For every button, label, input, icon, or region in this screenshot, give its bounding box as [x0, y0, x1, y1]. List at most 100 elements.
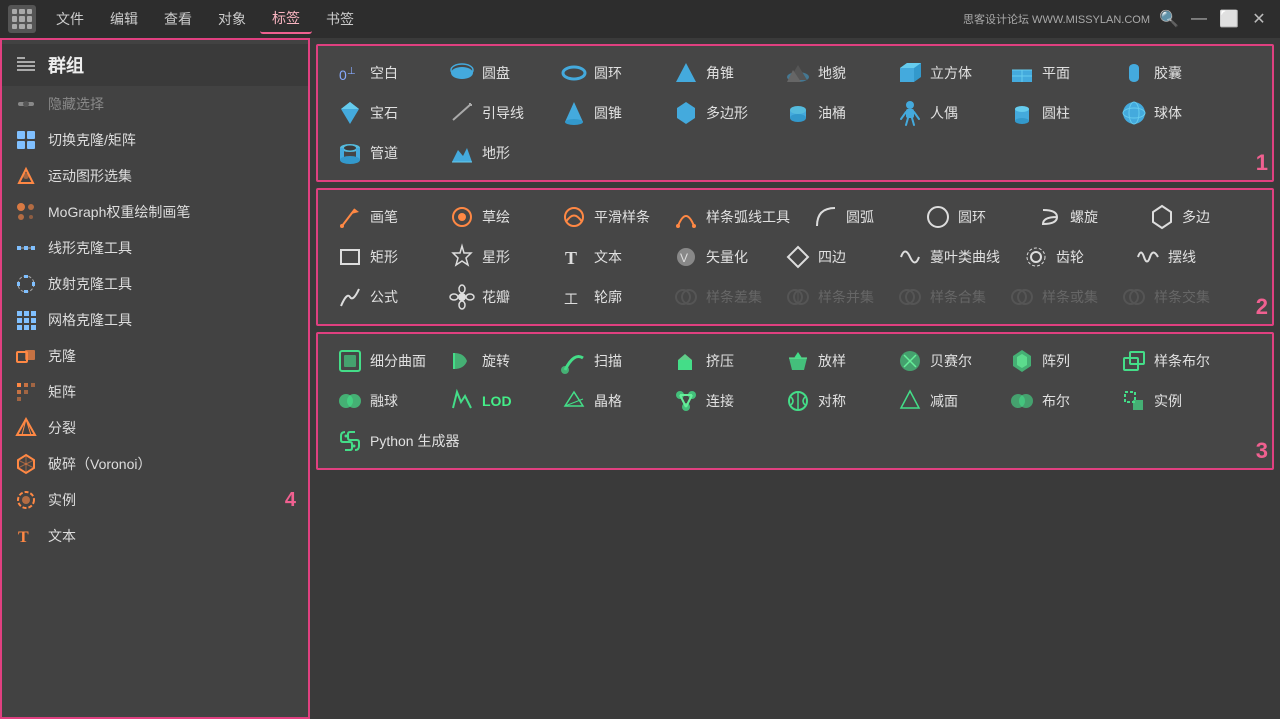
- sidebar-item-grid-clone[interactable]: 网格克隆工具: [2, 302, 308, 338]
- grid-clone-icon: [14, 308, 38, 332]
- gear-label: 齿轮: [1056, 247, 1084, 267]
- item-star[interactable]: 星形: [438, 238, 548, 276]
- close-icon[interactable]: ✕: [1248, 8, 1270, 30]
- minimize-icon[interactable]: —: [1188, 8, 1210, 30]
- menu-file[interactable]: 文件: [44, 5, 96, 33]
- item-symmetry[interactable]: 对称: [774, 382, 884, 420]
- item-extrude[interactable]: 挤压: [662, 342, 772, 380]
- item-rect[interactable]: 矩形: [326, 238, 436, 276]
- item-poly-reduce[interactable]: 减面: [886, 382, 996, 420]
- item-tube[interactable]: 管道: [326, 134, 436, 172]
- sidebar-item-linear-clone[interactable]: 线形克隆工具: [2, 230, 308, 266]
- menu-tag[interactable]: 标签: [260, 4, 312, 34]
- sidebar-item-switch-clone[interactable]: 切换克隆/矩阵: [2, 122, 308, 158]
- item-spline-inter: 样条交集: [1110, 278, 1220, 316]
- item-array[interactable]: 阵列: [998, 342, 1108, 380]
- item-lod[interactable]: LOD: [438, 382, 548, 420]
- item-gem[interactable]: 宝石: [326, 94, 436, 132]
- menu-object[interactable]: 对象: [206, 5, 258, 33]
- item-pen[interactable]: 画笔: [326, 198, 436, 236]
- item-lattice[interactable]: 晶格: [550, 382, 660, 420]
- menu-bookmark[interactable]: 书签: [314, 5, 366, 33]
- switch-clone-icon: [14, 128, 38, 152]
- polygon2-icon: [1148, 203, 1176, 231]
- item-sweep[interactable]: 扫描: [550, 342, 660, 380]
- sidebar-item-clone[interactable]: 克隆: [2, 338, 308, 374]
- item-cone2[interactable]: 圆锥: [550, 94, 660, 132]
- mograph-pen-label: MoGraph权重绘制画笔: [48, 202, 296, 222]
- sidebar-item-radial-clone[interactable]: 放射克隆工具: [2, 266, 308, 302]
- item-instance2[interactable]: 实例: [1110, 382, 1220, 420]
- item-formula[interactable]: 公式: [326, 278, 436, 316]
- item-connect[interactable]: 连接: [662, 382, 772, 420]
- item-terrain[interactable]: 地形: [438, 134, 548, 172]
- item-cycloid[interactable]: 摆线: [1124, 238, 1234, 276]
- item-figure[interactable]: 人偶: [886, 94, 996, 132]
- sidebar-item-text[interactable]: T 文本: [2, 518, 308, 554]
- curve-icon: [896, 243, 924, 271]
- brand-text: 思客设计论坛 WWW.MISSYLAN.COM: [963, 11, 1150, 27]
- item-four-side[interactable]: 四边: [774, 238, 884, 276]
- item-gear[interactable]: 齿轮: [1012, 238, 1122, 276]
- item-smooth-spline[interactable]: 平滑样条: [550, 198, 660, 236]
- item-cylinder[interactable]: 圆柱: [998, 94, 1108, 132]
- item-pyramid[interactable]: 角锥: [662, 54, 772, 92]
- cycloid-label: 摆线: [1168, 247, 1196, 267]
- arc-label: 圆弧: [846, 207, 874, 227]
- item-subdiv[interactable]: 细分曲面: [326, 342, 436, 380]
- sidebar-item-motion-select[interactable]: 运动图形选集: [2, 158, 308, 194]
- item-oiltank[interactable]: 油桶: [774, 94, 884, 132]
- item-polygon[interactable]: 多边形: [662, 94, 772, 132]
- item-arc[interactable]: 圆弧: [802, 198, 912, 236]
- item-helix[interactable]: 螺旋: [1026, 198, 1136, 236]
- sidebar-item-instance[interactable]: 实例 4: [2, 482, 308, 518]
- item-cube[interactable]: 立方体: [886, 54, 996, 92]
- item-python[interactable]: Python 生成器: [326, 422, 469, 460]
- item-capsule[interactable]: 胶囊: [1110, 54, 1220, 92]
- lattice-label: 晶格: [594, 391, 622, 411]
- sidebar-item-voronoi[interactable]: 破碎（Voronoi）: [2, 446, 308, 482]
- item-disc[interactable]: 圆盘: [438, 54, 548, 92]
- item-lathe[interactable]: 旋转: [438, 342, 548, 380]
- item-null[interactable]: 0 ⊥ 空白: [326, 54, 436, 92]
- item-polygon2[interactable]: 多边: [1138, 198, 1248, 236]
- item-sketch[interactable]: 草绘: [438, 198, 548, 236]
- pyramid-icon: [672, 59, 700, 87]
- item-contour[interactable]: 工 轮廓: [550, 278, 660, 316]
- item-spline-bool2[interactable]: 样条布尔: [1110, 342, 1220, 380]
- item-torus[interactable]: 圆环: [550, 54, 660, 92]
- sidebar-item-matrix[interactable]: 矩阵: [2, 374, 308, 410]
- item-guide[interactable]: 引导线: [438, 94, 548, 132]
- pen-icon: [336, 203, 364, 231]
- item-metaball[interactable]: 融球: [326, 382, 436, 420]
- item-sphere[interactable]: 球体: [1110, 94, 1220, 132]
- item-plane[interactable]: 平面: [998, 54, 1108, 92]
- item-circle[interactable]: 圆环: [914, 198, 1024, 236]
- formula-icon: [336, 283, 364, 311]
- item-loft[interactable]: 放样: [774, 342, 884, 380]
- item-vectorize[interactable]: V 矢量化: [662, 238, 772, 276]
- subdiv-label: 细分曲面: [370, 351, 426, 371]
- svg-text:0: 0: [339, 67, 347, 83]
- instance-label: 实例: [48, 490, 275, 510]
- instance-badge: 4: [285, 489, 296, 512]
- item-text2[interactable]: T 文本: [550, 238, 660, 276]
- menu-view[interactable]: 查看: [152, 5, 204, 33]
- item-curve[interactable]: 蔓叶类曲线: [886, 238, 1010, 276]
- menu-edit[interactable]: 编辑: [98, 5, 150, 33]
- bezier-label: 贝赛尔: [930, 351, 972, 371]
- restore-icon[interactable]: ⬜: [1218, 8, 1240, 30]
- sidebar-item-fracture[interactable]: 分裂: [2, 410, 308, 446]
- sweep-label: 扫描: [594, 351, 622, 371]
- item-landscape[interactable]: 地貌: [774, 54, 884, 92]
- motion-icon: [14, 164, 38, 188]
- item-flower[interactable]: 花瓣: [438, 278, 548, 316]
- item-arc-tool[interactable]: 样条弧线工具: [662, 198, 800, 236]
- python-label: Python 生成器: [370, 431, 459, 451]
- sidebar-item-mograph-pen[interactable]: MoGraph权重绘制画笔: [2, 194, 308, 230]
- item-bool2[interactable]: 布尔: [998, 382, 1108, 420]
- item-bezier[interactable]: 贝赛尔: [886, 342, 996, 380]
- sidebar-item-hide-select[interactable]: 隐藏选择: [2, 86, 308, 122]
- matrix-icon: [14, 380, 38, 404]
- search-icon[interactable]: 🔍: [1158, 8, 1180, 30]
